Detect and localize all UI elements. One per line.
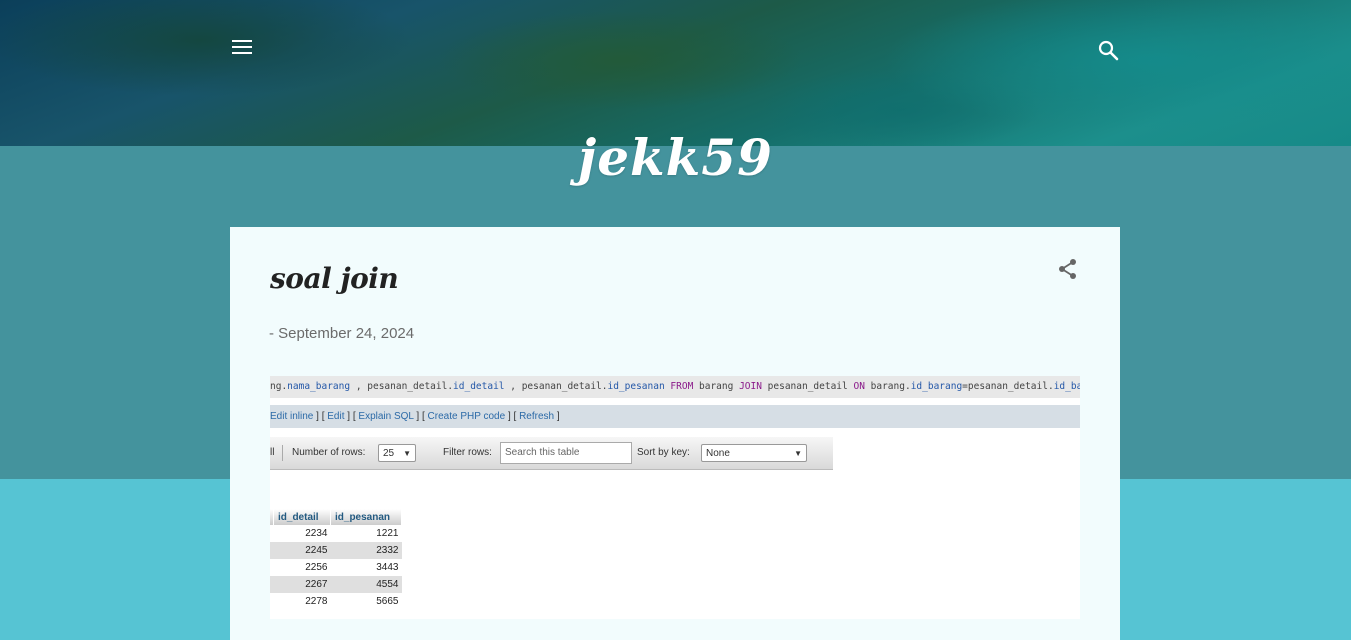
menu-icon[interactable]: [232, 40, 252, 56]
table-cell: 2332: [330, 542, 402, 559]
results-table: id_detail id_pesanan 2234 1221 2245 2332…: [270, 509, 402, 610]
table-row: 2267 4554: [270, 576, 402, 593]
create-php-code-link: Create PHP code: [427, 411, 506, 422]
search-icon[interactable]: [1097, 39, 1121, 63]
edit-link: Edit: [327, 411, 345, 422]
toolbar-divider: [282, 445, 283, 461]
table-cell: 2256: [273, 559, 331, 576]
table-row: 2278 5665: [270, 593, 402, 610]
table-row: 2245 2332: [270, 542, 402, 559]
share-icon[interactable]: [1057, 258, 1079, 280]
chevron-down-icon: ▼: [794, 449, 802, 458]
sort-by-key-label: Sort by key:: [637, 447, 690, 458]
sort-by-key-select: None ▼: [701, 444, 807, 462]
edit-inline-link: Edit inline: [270, 411, 314, 422]
table-cell: 4554: [330, 576, 402, 593]
table-row: 2256 3443: [270, 559, 402, 576]
explain-sql-link: Explain SQL: [358, 411, 414, 422]
rows-select: 25 ▼: [378, 444, 416, 462]
chevron-down-icon: ▼: [403, 449, 411, 458]
post-title[interactable]: soal join: [270, 262, 399, 295]
post-screenshot-image: ng.nama_barang , pesanan_detail.id_detai…: [270, 376, 1080, 619]
column-header: id_detail: [273, 509, 331, 525]
table-cell: 5665: [330, 593, 402, 610]
table-cell: 2245: [273, 542, 331, 559]
table-cell: 2278: [273, 593, 331, 610]
table-cell: 1221: [330, 525, 402, 542]
table-cell: 3443: [330, 559, 402, 576]
table-navigation-toolbar: ll Number of rows: 25 ▼ Filter rows: Sear…: [270, 437, 833, 470]
sql-query-bar: ng.nama_barang , pesanan_detail.id_detai…: [270, 376, 1080, 398]
rows-label: Number of rows:: [292, 447, 366, 458]
table-cell: 2267: [273, 576, 331, 593]
table-cell: 2234: [273, 525, 331, 542]
blog-title[interactable]: jekk59: [0, 128, 1351, 187]
header-image: [0, 0, 1351, 146]
toolbar-partial-label: ll: [270, 447, 275, 458]
query-links-bar: Edit inline ] [ Edit ] [ Explain SQL ] […: [270, 405, 1080, 428]
filter-rows-label: Filter rows:: [443, 447, 492, 458]
column-header: id_pesanan: [330, 509, 402, 525]
search-table-input: Search this table: [500, 442, 632, 464]
refresh-link: Refresh: [519, 411, 555, 422]
post-date: - September 24, 2024: [269, 325, 415, 342]
table-row: 2234 1221: [270, 525, 402, 542]
